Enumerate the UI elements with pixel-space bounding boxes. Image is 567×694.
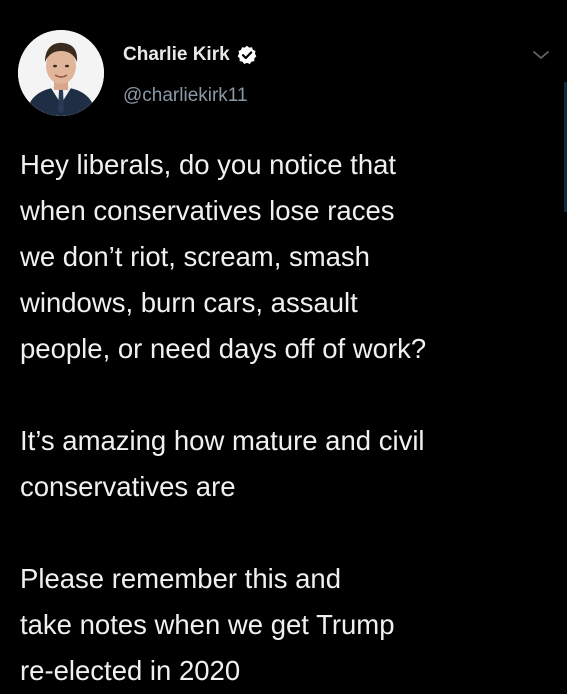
- tweet-line: take notes when we get Trump: [20, 609, 395, 640]
- tweet-line: when conservatives lose races: [20, 195, 395, 226]
- tweet-paragraph: Hey liberals, do you notice that when co…: [20, 142, 550, 372]
- tweet-line: Please remember this and: [20, 563, 341, 594]
- tweet-line: we don’t riot, scream, smash: [20, 241, 370, 272]
- chevron-down-icon[interactable]: [531, 48, 551, 62]
- tweet-paragraph: Please remember this and take notes when…: [20, 556, 550, 694]
- author-handle[interactable]: @charliekirk11: [123, 85, 248, 107]
- avatar[interactable]: [18, 30, 104, 116]
- tweet-line: re-elected in 2020: [20, 655, 241, 686]
- tweet-line: Hey liberals, do you notice that: [20, 149, 397, 180]
- verified-badge-icon: [237, 45, 257, 65]
- tweet-line: people, or need days off of work?: [20, 333, 427, 364]
- profile-photo-icon: [18, 30, 104, 116]
- author-name-row[interactable]: Charlie Kirk: [123, 44, 257, 66]
- author-name[interactable]: Charlie Kirk: [123, 44, 230, 66]
- tweet-text: Hey liberals, do you notice that when co…: [20, 142, 550, 694]
- tweet-line: windows, burn cars, assault: [20, 287, 358, 318]
- tweet-line: It’s amazing how mature and civil: [20, 425, 425, 456]
- tweet-paragraph: It’s amazing how mature and civil conser…: [20, 418, 550, 510]
- tweet-line: conservatives are: [20, 471, 236, 502]
- tweet-card[interactable]: Charlie Kirk @charliekirk11 Hey liberals…: [0, 0, 567, 686]
